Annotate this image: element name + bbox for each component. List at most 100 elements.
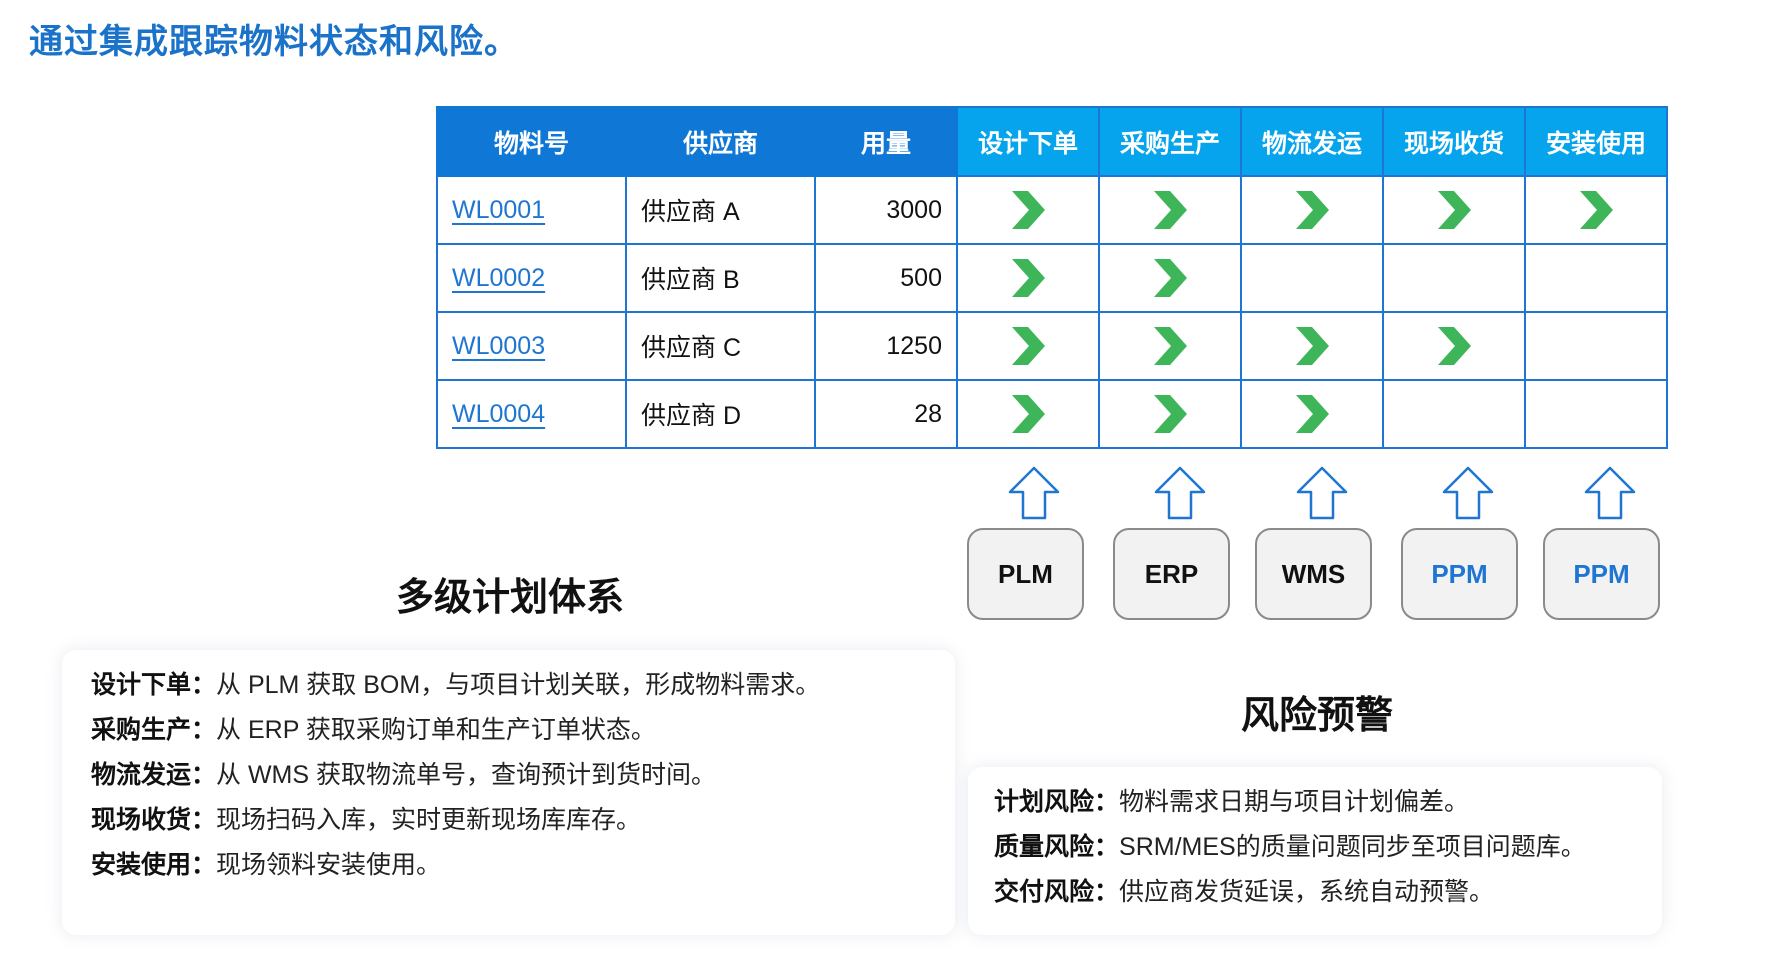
header-site-receive: 现场收货 — [1382, 106, 1526, 177]
header-install-use: 安装使用 — [1524, 106, 1668, 177]
stage-cell — [1524, 311, 1668, 381]
system-box-erp: ERP — [1113, 528, 1230, 620]
planning-item-text: 从 PLM 获取 BOM，与项目计划关联，形成物料需求。 — [216, 671, 821, 699]
chevron-right-icon — [1008, 395, 1048, 433]
stage-cell — [1524, 175, 1668, 245]
chevron-right-icon — [1150, 395, 1190, 433]
material-id-cell: WL0001 — [436, 175, 627, 245]
risk-item-text: SRM/MES的质量问题同步至项目问题库。 — [1119, 833, 1586, 861]
planning-item: 安装使用：现场领料安装使用。 — [91, 845, 441, 881]
table-row: WL0003 供应商 C 1250 — [436, 311, 1668, 381]
header-logistics: 物流发运 — [1240, 106, 1384, 177]
stage-cell — [956, 311, 1100, 381]
chevron-right-icon — [1150, 259, 1190, 297]
planning-item-label: 现场收货： — [91, 806, 217, 834]
stage-cell — [1240, 311, 1384, 381]
material-id-cell: WL0003 — [436, 311, 627, 381]
stage-cell — [1098, 379, 1242, 449]
stage-cell — [1240, 175, 1384, 245]
system-box-wms: WMS — [1255, 528, 1372, 620]
stage-cell — [956, 379, 1100, 449]
material-id-cell: WL0004 — [436, 379, 627, 449]
quantity-cell: 1250 — [814, 311, 958, 381]
risk-item: 计划风险：物料需求日期与项目计划偏差。 — [994, 782, 1469, 818]
risk-item-text: 物料需求日期与项目计划偏差。 — [1119, 788, 1470, 816]
stage-cell — [956, 175, 1100, 245]
risk-card: 计划风险：物料需求日期与项目计划偏差。 质量风险：SRM/MES的质量问题同步至… — [968, 767, 1662, 935]
supplier-cell: 供应商 B — [625, 243, 816, 313]
planning-item-text: 现场扫码入库，实时更新现场库库存。 — [216, 806, 642, 834]
stage-cell — [1382, 311, 1526, 381]
system-box-ppm-2: PPM — [1543, 528, 1660, 620]
system-box-ppm: PPM — [1401, 528, 1518, 620]
chevron-right-icon — [1008, 259, 1048, 297]
stage-cell — [1098, 243, 1242, 313]
system-box-plm: PLM — [967, 528, 1084, 620]
planning-card: 设计下单：从 PLM 获取 BOM，与项目计划关联，形成物料需求。 采购生产：从… — [62, 650, 955, 935]
material-id-link[interactable]: WL0004 — [452, 400, 545, 428]
stage-cell — [1382, 379, 1526, 449]
chevron-right-icon — [1292, 395, 1332, 433]
planning-item-label: 安装使用： — [91, 851, 217, 879]
risk-item-label: 计划风险： — [994, 788, 1120, 816]
page-title: 通过集成跟踪物料状态和风险。 — [29, 23, 519, 61]
stage-cell — [1524, 243, 1668, 313]
material-id-link[interactable]: WL0003 — [452, 332, 545, 360]
system-label: PLM — [998, 558, 1053, 589]
planning-item: 采购生产：从 ERP 获取采购订单和生产订单状态。 — [91, 710, 656, 746]
stage-cell — [1240, 379, 1384, 449]
stage-cell — [1382, 243, 1526, 313]
chevron-right-icon — [1292, 327, 1332, 365]
chevron-right-icon — [1008, 327, 1048, 365]
up-arrow-icon — [1442, 466, 1494, 520]
system-label: PPM — [1573, 558, 1630, 589]
planning-item-text: 从 ERP 获取采购订单和生产订单状态。 — [216, 716, 656, 744]
quantity-cell: 3000 — [814, 175, 958, 245]
planning-item-label: 设计下单： — [91, 671, 217, 699]
risk-item: 交付风险：供应商发货延误，系统自动预警。 — [994, 872, 1494, 908]
supplier-cell: 供应商 A — [625, 175, 816, 245]
up-arrow-icon — [1008, 466, 1060, 520]
chevron-right-icon — [1150, 191, 1190, 229]
stage-cell — [1240, 243, 1384, 313]
planning-item: 物流发运：从 WMS 获取物流单号，查询预计到货时间。 — [91, 755, 716, 791]
planning-item-text: 从 WMS 获取物流单号，查询预计到货时间。 — [216, 761, 717, 789]
table-row: WL0004 供应商 D 28 — [436, 379, 1668, 449]
table-row: WL0001 供应商 A 3000 — [436, 175, 1668, 245]
risk-item-label: 质量风险： — [994, 833, 1120, 861]
planning-item-label: 物流发运： — [91, 761, 217, 789]
stage-cell — [1524, 379, 1668, 449]
supplier-cell: 供应商 D — [625, 379, 816, 449]
header-procure-produce: 采购生产 — [1098, 106, 1242, 177]
stage-cell — [1098, 311, 1242, 381]
up-arrow-icon — [1584, 466, 1636, 520]
material-id-cell: WL0002 — [436, 243, 627, 313]
system-label: ERP — [1144, 558, 1199, 589]
material-status-table: 物料号 供应商 用量 设计下单 采购生产 物流发运 现场收货 安装使用 WL00… — [436, 106, 1668, 449]
quantity-cell: 500 — [814, 243, 958, 313]
planning-item: 设计下单：从 PLM 获取 BOM，与项目计划关联，形成物料需求。 — [91, 665, 820, 701]
material-id-link[interactable]: WL0001 — [452, 196, 545, 224]
system-label: WMS — [1281, 558, 1346, 589]
table-header-row: 物料号 供应商 用量 设计下单 采购生产 物流发运 现场收货 安装使用 — [436, 106, 1668, 177]
stage-cell — [1098, 175, 1242, 245]
chevron-right-icon — [1292, 191, 1332, 229]
stage-cell — [1382, 175, 1526, 245]
planning-item: 现场收货：现场扫码入库，实时更新现场库库存。 — [91, 800, 641, 836]
planning-heading: 多级计划体系 — [396, 577, 625, 619]
up-arrow-icon — [1296, 466, 1348, 520]
header-quantity: 用量 — [814, 106, 958, 177]
header-design-order: 设计下单 — [956, 106, 1100, 177]
table-row: WL0002 供应商 B 500 — [436, 243, 1668, 313]
quantity-cell: 28 — [814, 379, 958, 449]
chevron-right-icon — [1434, 327, 1474, 365]
stage-cell — [956, 243, 1100, 313]
up-arrow-icon — [1154, 466, 1206, 520]
risk-item-text: 供应商发货延误，系统自动预警。 — [1119, 878, 1495, 906]
risk-item-label: 交付风险： — [994, 878, 1120, 906]
risk-item: 质量风险：SRM/MES的质量问题同步至项目问题库。 — [994, 827, 1586, 863]
system-label: PPM — [1431, 558, 1488, 589]
chevron-right-icon — [1434, 191, 1474, 229]
material-id-link[interactable]: WL0002 — [452, 264, 545, 292]
chevron-right-icon — [1150, 327, 1190, 365]
